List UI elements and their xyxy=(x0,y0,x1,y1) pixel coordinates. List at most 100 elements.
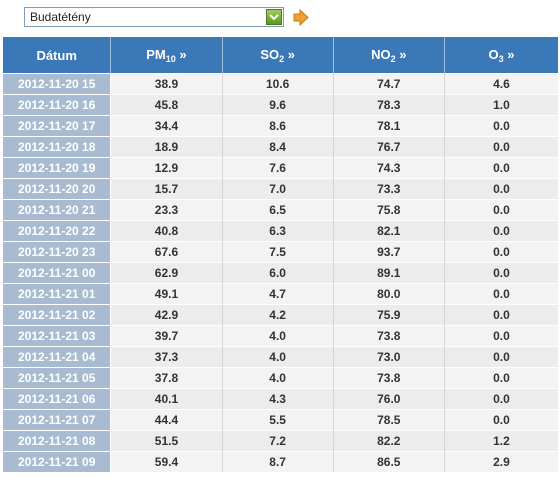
table-row: 2012-11-20 18 18.9 8.4 76.7 0.0 xyxy=(3,136,558,158)
o3-cell: 1.2 xyxy=(444,430,558,452)
date-cell: 2012-11-21 06 xyxy=(3,388,112,410)
date-cell: 2012-11-21 02 xyxy=(3,304,112,326)
o3-cell: 0.0 xyxy=(444,367,558,389)
table-row: 2012-11-21 09 59.4 8.7 86.5 2.9 xyxy=(3,451,558,472)
toolbar: Budatétény xyxy=(0,0,560,36)
so2-cell: 4.0 xyxy=(222,346,334,368)
table-row: 2012-11-21 07 44.4 5.5 78.5 0.0 xyxy=(3,409,558,431)
no2-cell: 73.8 xyxy=(333,325,445,347)
so2-cell: 4.2 xyxy=(222,304,334,326)
pm10-cell: 44.4 xyxy=(110,409,223,431)
so2-cell: 8.6 xyxy=(222,115,334,137)
o3-cell: 0.0 xyxy=(444,283,558,305)
measurement-table: Dátum PM10 » SO2 » NO2 » O3 » 2012-11-20… xyxy=(3,37,558,472)
station-select-value: Budatétény xyxy=(30,10,91,24)
pm10-cell: 34.4 xyxy=(110,115,223,137)
so2-cell: 7.0 xyxy=(222,178,334,200)
no2-cell: 78.1 xyxy=(333,115,445,137)
column-header-o3[interactable]: O3 » xyxy=(444,37,558,74)
o3-cell: 0.0 xyxy=(444,325,558,347)
date-cell: 2012-11-20 16 xyxy=(3,94,112,116)
table-row: 2012-11-20 19 12.9 7.6 74.3 0.0 xyxy=(3,157,558,179)
pm10-cell: 40.8 xyxy=(110,220,223,242)
so2-cell: 10.6 xyxy=(222,73,334,95)
o3-cell: 4.6 xyxy=(444,73,558,95)
so2-cell: 6.5 xyxy=(222,199,334,221)
no2-cell: 74.7 xyxy=(333,73,445,95)
go-arrow-icon[interactable] xyxy=(292,9,309,26)
so2-cell: 4.0 xyxy=(222,325,334,347)
o3-cell: 0.0 xyxy=(444,136,558,158)
date-cell: 2012-11-20 18 xyxy=(3,136,112,158)
no2-cell: 73.0 xyxy=(333,346,445,368)
column-header-pm10[interactable]: PM10 » xyxy=(110,37,223,74)
table-row: 2012-11-21 02 42.9 4.2 75.9 0.0 xyxy=(3,304,558,326)
pm10-cell: 37.8 xyxy=(110,367,223,389)
so2-cell: 7.2 xyxy=(222,430,334,452)
pm10-cell: 62.9 xyxy=(110,262,223,284)
date-cell: 2012-11-21 07 xyxy=(3,409,112,431)
so2-cell: 4.0 xyxy=(222,367,334,389)
table-row: 2012-11-21 05 37.8 4.0 73.8 0.0 xyxy=(3,367,558,389)
so2-cell: 4.7 xyxy=(222,283,334,305)
o3-cell: 0.0 xyxy=(444,304,558,326)
so2-cell: 9.6 xyxy=(222,94,334,116)
so2-cell: 7.5 xyxy=(222,241,334,263)
table-row: 2012-11-20 21 23.3 6.5 75.8 0.0 xyxy=(3,199,558,221)
o3-cell: 0.0 xyxy=(444,157,558,179)
table-row: 2012-11-20 17 34.4 8.6 78.1 0.0 xyxy=(3,115,558,137)
date-cell: 2012-11-21 09 xyxy=(3,451,112,472)
column-header-no2[interactable]: NO2 » xyxy=(333,37,445,74)
pm10-cell: 51.5 xyxy=(110,430,223,452)
table-row: 2012-11-21 04 37.3 4.0 73.0 0.0 xyxy=(3,346,558,368)
no2-cell: 82.1 xyxy=(333,220,445,242)
date-cell: 2012-11-20 15 xyxy=(3,73,112,95)
pm10-cell: 40.1 xyxy=(110,388,223,410)
o3-cell: 1.0 xyxy=(444,94,558,116)
pm10-cell: 67.6 xyxy=(110,241,223,263)
column-header-date[interactable]: Dátum xyxy=(3,37,112,74)
o3-cell: 0.0 xyxy=(444,262,558,284)
o3-cell: 0.0 xyxy=(444,388,558,410)
no2-cell: 75.8 xyxy=(333,199,445,221)
table-row: 2012-11-20 16 45.8 9.6 78.3 1.0 xyxy=(3,94,558,116)
so2-cell: 8.4 xyxy=(222,136,334,158)
table-row: 2012-11-20 20 15.7 7.0 73.3 0.0 xyxy=(3,178,558,200)
table-row: 2012-11-20 15 38.9 10.6 74.7 4.6 xyxy=(3,73,558,95)
no2-cell: 73.3 xyxy=(333,178,445,200)
no2-cell: 86.5 xyxy=(333,451,445,472)
no2-cell: 76.7 xyxy=(333,136,445,158)
date-cell: 2012-11-21 05 xyxy=(3,367,112,389)
column-header-so2[interactable]: SO2 » xyxy=(222,37,334,74)
station-select[interactable]: Budatétény xyxy=(24,7,284,27)
date-cell: 2012-11-21 00 xyxy=(3,262,112,284)
date-cell: 2012-11-20 20 xyxy=(3,178,112,200)
date-cell: 2012-11-20 22 xyxy=(3,220,112,242)
so2-cell: 4.3 xyxy=(222,388,334,410)
o3-cell: 0.0 xyxy=(444,220,558,242)
date-cell: 2012-11-20 23 xyxy=(3,241,112,263)
so2-cell: 5.5 xyxy=(222,409,334,431)
date-cell: 2012-11-21 08 xyxy=(3,430,112,452)
o3-cell: 0.0 xyxy=(444,241,558,263)
o3-cell: 0.0 xyxy=(444,409,558,431)
no2-cell: 78.5 xyxy=(333,409,445,431)
date-cell: 2012-11-20 19 xyxy=(3,157,112,179)
o3-cell: 2.9 xyxy=(444,451,558,472)
so2-cell: 8.7 xyxy=(222,451,334,472)
pm10-cell: 38.9 xyxy=(110,73,223,95)
chevron-down-icon[interactable] xyxy=(266,9,282,25)
table-body: 2012-11-20 15 38.9 10.6 74.7 4.6 2012-11-20 1… xyxy=(3,73,558,472)
pm10-cell: 12.9 xyxy=(110,157,223,179)
so2-cell: 7.6 xyxy=(222,157,334,179)
so2-cell: 6.3 xyxy=(222,220,334,242)
table-row: 2012-11-21 01 49.1 4.7 80.0 0.0 xyxy=(3,283,558,305)
table-row: 2012-11-20 22 40.8 6.3 82.1 0.0 xyxy=(3,220,558,242)
o3-cell: 0.0 xyxy=(444,346,558,368)
pm10-cell: 45.8 xyxy=(110,94,223,116)
table-header-row: Dátum PM10 » SO2 » NO2 » O3 » xyxy=(3,37,558,74)
table-row: 2012-11-21 06 40.1 4.3 76.0 0.0 xyxy=(3,388,558,410)
o3-cell: 0.0 xyxy=(444,115,558,137)
pm10-cell: 23.3 xyxy=(110,199,223,221)
o3-cell: 0.0 xyxy=(444,178,558,200)
